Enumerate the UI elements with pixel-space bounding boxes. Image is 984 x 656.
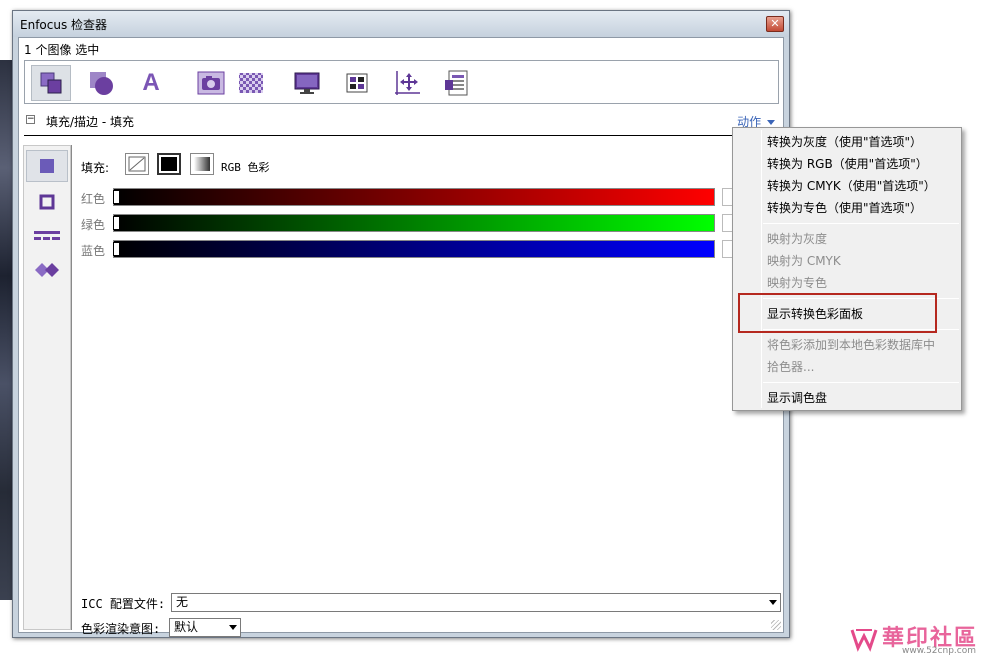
line-style-icon <box>34 231 60 240</box>
fill-label: 填充: <box>81 161 110 175</box>
menu-color-picker: 拾色器... <box>767 360 815 374</box>
tool-shape[interactable] <box>81 65 121 101</box>
black-swatch <box>161 157 177 171</box>
blue-slider-row: 蓝色 <box>81 239 781 259</box>
blue-label: 蓝色 <box>81 244 106 258</box>
watermark-url: www.52cnp.com <box>901 646 976 656</box>
tool-position[interactable] <box>387 65 427 101</box>
gradient-swatch <box>194 157 210 171</box>
rendering-intent-value: 默认 <box>174 620 199 634</box>
rendering-intent-label: 色彩渲染意图: <box>81 622 161 636</box>
document-tool-icon <box>445 70 468 96</box>
icc-profile-select[interactable]: 无 <box>171 593 781 612</box>
transparency-tool-icon <box>239 73 263 93</box>
position-tool-icon <box>395 71 420 95</box>
fill-none-swatch[interactable] <box>125 153 149 175</box>
shape-tool-icon <box>90 72 113 95</box>
menu-convert-spot[interactable]: 转换为专色（使用"首选项"） <box>767 197 922 219</box>
menu-separator <box>763 223 959 224</box>
fill-gradient-swatch[interactable] <box>190 153 214 175</box>
window-title: Enfocus 检查器 <box>20 18 108 32</box>
red-slider-row: 红色 <box>81 187 781 207</box>
watermark-logo-icon <box>850 629 878 652</box>
red-label: 红色 <box>81 192 106 206</box>
tool-image[interactable] <box>191 65 231 101</box>
icc-profile-value: 无 <box>176 595 189 609</box>
category-toolbar: A <box>24 60 779 104</box>
tab-stroke[interactable] <box>26 186 68 218</box>
object-tool-icon <box>40 72 62 94</box>
title-bar[interactable]: Enfocus 检查器 ✕ <box>13 11 789 37</box>
text-tool-icon: A <box>142 69 160 96</box>
resize-grip[interactable] <box>771 620 781 630</box>
inspector-window: Enfocus 检查器 ✕ 1 个图像 选中 A − 填充/描边 - 填充 动作… <box>12 10 790 638</box>
color-mode-label: RGB 色彩 <box>221 161 270 174</box>
selection-label: 1 个图像 选中 <box>24 43 100 57</box>
fill-color-swatch[interactable] <box>157 153 181 175</box>
section-header: − 填充/描边 - 填充 动作 <box>24 110 779 136</box>
section-title: 填充/描边 - 填充 <box>46 115 135 129</box>
menu-add-to-local-db: 将色彩添加到本地色彩数据库中 <box>767 338 936 352</box>
inspector-panel: 1 个图像 选中 A − 填充/描边 - 填充 动作 填充: RGB 色彩 红色… <box>18 37 784 637</box>
menu-map-spot: 映射为专色 <box>767 276 828 290</box>
green-slider-handle[interactable] <box>113 216 120 230</box>
tool-transparency[interactable] <box>231 65 271 101</box>
action-context-menu: 转换为灰度（使用"首选项"） 转换为 RGB（使用"首选项"） 转换为 CMYK… <box>732 127 962 411</box>
green-slider-track[interactable] <box>113 214 715 232</box>
chevron-down-icon <box>229 625 237 630</box>
tab-overprint[interactable] <box>26 254 68 286</box>
menu-convert-rgb[interactable]: 转换为 RGB（使用"首选项"） <box>767 153 928 175</box>
monitor-tool-icon <box>294 72 320 94</box>
dropdown-arrow-icon <box>767 120 775 125</box>
menu-map-cmyk: 映射为 CMYK <box>767 254 841 268</box>
red-slider-handle[interactable] <box>113 190 120 204</box>
menu-convert-gray[interactable]: 转换为灰度（使用"首选项"） <box>767 131 922 153</box>
highlight-box <box>738 293 937 333</box>
tool-layout[interactable] <box>337 65 377 101</box>
divider <box>71 145 72 630</box>
red-slider-track[interactable] <box>113 188 715 206</box>
blue-slider-track[interactable] <box>113 240 715 258</box>
tab-fill[interactable] <box>26 150 68 182</box>
tool-output[interactable] <box>287 65 327 101</box>
layout-tool-icon <box>346 73 368 93</box>
tool-document[interactable] <box>437 65 477 101</box>
tool-text[interactable]: A <box>131 65 171 101</box>
rendering-intent-select[interactable]: 默认 <box>169 618 241 637</box>
menu-separator <box>763 382 959 383</box>
icc-profile-label: ICC 配置文件: <box>81 597 166 611</box>
tab-stroke-style[interactable] <box>26 220 68 252</box>
tool-object[interactable] <box>31 65 71 101</box>
no-fill-icon <box>128 156 146 172</box>
image-tool-icon <box>197 71 225 95</box>
fill-icon <box>40 159 54 173</box>
green-label: 绿色 <box>81 218 106 232</box>
menu-map-gray: 映射为灰度 <box>767 232 828 246</box>
overprint-icon <box>35 263 59 277</box>
menu-gutter <box>761 130 762 408</box>
blue-slider-handle[interactable] <box>113 242 120 256</box>
menu-convert-cmyk[interactable]: 转换为 CMYK（使用"首选项"） <box>767 175 936 197</box>
chevron-down-icon <box>769 600 777 605</box>
green-slider-row: 绿色 <box>81 213 781 233</box>
subcategory-tabs <box>23 145 71 630</box>
close-button[interactable]: ✕ <box>766 16 784 32</box>
collapse-toggle[interactable]: − <box>26 115 35 124</box>
stroke-icon <box>39 194 55 210</box>
menu-show-palette[interactable]: 显示调色盘 <box>767 387 827 409</box>
